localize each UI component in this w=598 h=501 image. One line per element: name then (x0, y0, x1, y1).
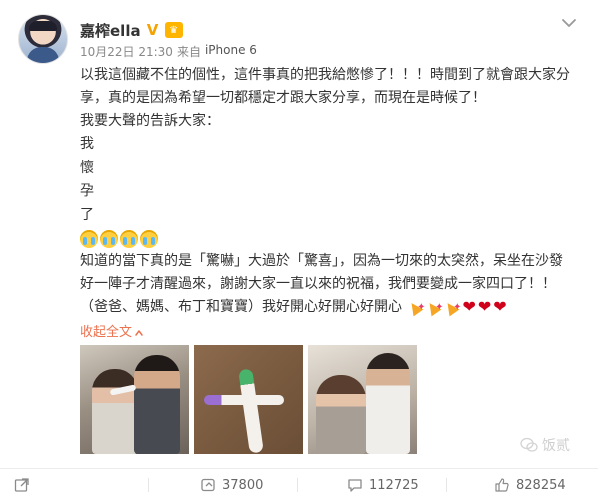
content-line: 好一陣子才清醒過來，謝謝大家一直以來的祝福，我們要變成一家四口了！！ (80, 276, 556, 292)
photo-pregnancy-tests[interactable] (194, 345, 303, 454)
photo-figure-man (366, 353, 410, 454)
share-out-icon (14, 478, 29, 492)
username[interactable]: 嘉榨ella (80, 20, 141, 41)
content-line: 享，真的是因為希望一切都穩定才跟大家分享，而現在是時候了！ (80, 90, 486, 106)
collapse-fulltext-link[interactable]: 收起全文 (80, 321, 144, 344)
post-meta: 10月22日 21:30 来自 iPhone 6 (80, 43, 257, 60)
post-time[interactable]: 10月22日 21:30 (80, 43, 173, 60)
action-divider (446, 478, 447, 492)
heart-icon: ❤ (477, 297, 492, 316)
photo-couple-holding-test[interactable] (80, 345, 189, 454)
photo-figure-man (134, 355, 180, 454)
username-row: 嘉榨ella V ♛ (80, 19, 183, 41)
repost-button[interactable]: 37800 (200, 477, 263, 493)
repost-count: 37800 (222, 477, 264, 493)
action-bar: 37800 112725 828254 (0, 468, 598, 501)
comment-button[interactable]: 112725 (347, 477, 419, 493)
thumbs-up-icon (495, 478, 509, 492)
action-divider (297, 478, 298, 492)
action-divider (148, 478, 149, 492)
watermark: 饭贰 (520, 435, 570, 455)
heart-icon: ❤ (462, 297, 476, 316)
like-count: 828254 (516, 477, 566, 493)
chevron-down-icon[interactable] (560, 14, 578, 32)
content-char: 孕 (80, 183, 94, 199)
party-popper-icon (426, 296, 443, 319)
wechat-icon (520, 437, 538, 452)
pregnancy-test-stick (238, 368, 264, 454)
pregnancy-test-stick (204, 395, 284, 405)
user-avatar[interactable] (18, 14, 68, 64)
share-out-button[interactable] (14, 477, 30, 493)
avatar-hat (29, 21, 57, 31)
content-line: 以我這個藏不住的個性，這件事真的把我給憋慘了！！！時間到了就會跟大家分 (80, 67, 570, 83)
content-line: 我要大聲的告訴大家： (80, 113, 220, 129)
crying-emoji-icon (100, 229, 118, 248)
content-char: 懷 (80, 159, 94, 176)
comment-icon (348, 479, 362, 492)
avatar-body (27, 47, 59, 63)
verified-icon: V (146, 21, 159, 39)
source-prefix: 来自 (176, 45, 201, 59)
celebration-icons: ❤ ❤ ❤ (408, 296, 507, 319)
party-popper-icon (408, 296, 425, 319)
crying-emoji-row (80, 227, 575, 250)
photo-figure-woman (316, 375, 366, 454)
like-button[interactable]: 828254 (494, 477, 566, 493)
repost-icon (201, 478, 215, 492)
crying-emoji-icon (140, 229, 158, 248)
device-label: iPhone 6 (204, 43, 257, 57)
photo-figure-woman (92, 369, 138, 454)
vip-badge-icon: ♛ (164, 22, 183, 38)
crying-emoji-icon (80, 229, 98, 248)
chevron-up-icon (135, 329, 143, 336)
family-line: （爸爸、媽媽、布丁和寶寶）我好開心好開心好開心 (80, 299, 402, 315)
crying-emoji-icon (120, 229, 138, 248)
watermark-text: 饭贰 (542, 438, 570, 454)
content-line: 知道的當下真的是「驚嚇」大過於「驚喜」，因為一切來的太突然，呆坐在沙發 (80, 253, 563, 269)
post-content: 以我這個藏不住的個性，這件事真的把我給憋慘了！！！時間到了就會跟大家分 享，真的… (80, 64, 575, 344)
content-char: 了 (80, 206, 94, 223)
photo-grid (80, 345, 417, 454)
photo-couple-sofa[interactable] (308, 345, 417, 454)
weibo-post: 嘉榨ella V ♛ 10月22日 21:30 来自 iPhone 6 以我這個… (0, 0, 598, 501)
content-char: 我 (80, 136, 94, 152)
comment-count: 112725 (369, 477, 419, 493)
family-line-row: （爸爸、媽媽、布丁和寶寶）我好開心好開心好開心 ❤ ❤ ❤ (80, 296, 575, 319)
heart-icon: ❤ (493, 297, 507, 316)
collapse-label: 收起全文 (80, 325, 133, 340)
party-popper-icon (444, 296, 461, 319)
